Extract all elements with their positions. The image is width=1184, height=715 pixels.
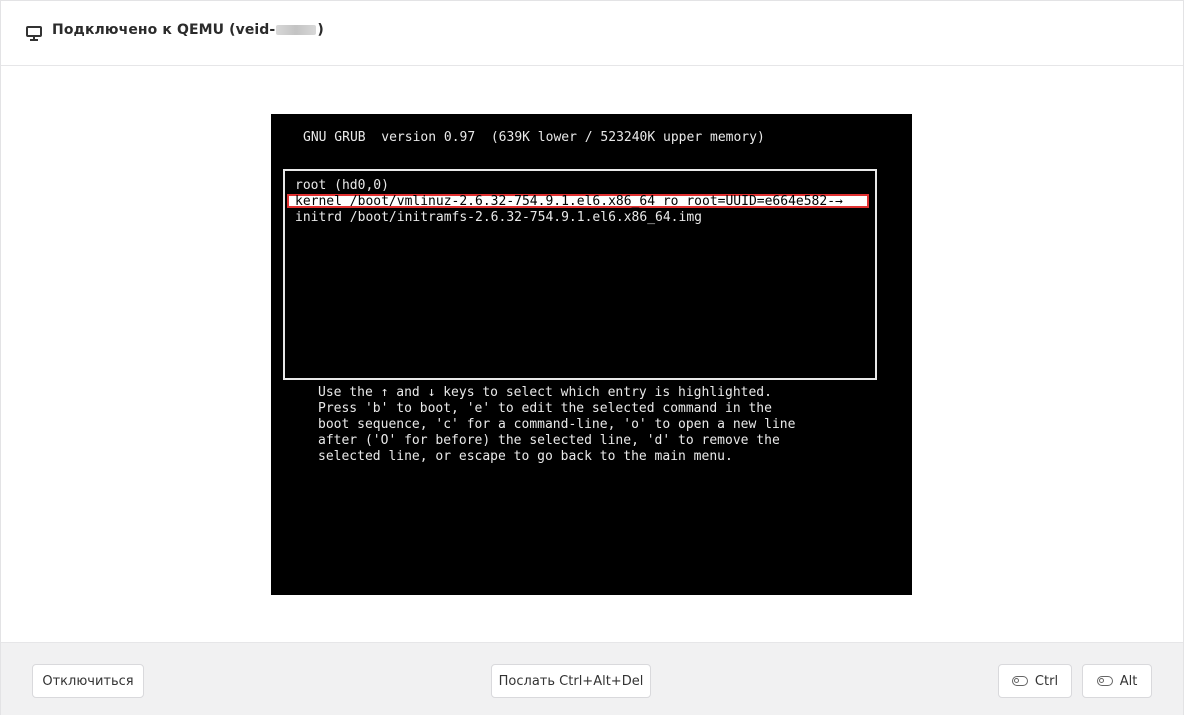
ctrl-toggle-button[interactable]: Ctrl bbox=[998, 664, 1072, 698]
title-prefix: Подключено к QEMU (veid- bbox=[52, 22, 276, 38]
send-cad-label: Послать Ctrl+Alt+Del bbox=[498, 673, 644, 689]
redacted-veid bbox=[276, 25, 317, 35]
help-line: Use the ↑ and ↓ keys to select which ent… bbox=[318, 385, 772, 400]
grub-entry-box: root (hd0,0) kernel /boot/vmlinuz-2.6.32… bbox=[283, 169, 877, 380]
vnc-console-window: Подключено к QEMU (veid-) GNU GRUB versi… bbox=[0, 0, 1184, 715]
disconnect-label: Отключиться bbox=[42, 673, 134, 689]
footer-toolbar: Отключиться Послать Ctrl+Alt+Del Ctrl Al… bbox=[1, 643, 1183, 715]
help-line: after ('O' for before) the selected line… bbox=[318, 433, 780, 448]
help-line: selected line, or escape to go back to t… bbox=[318, 449, 733, 464]
monitor-icon bbox=[26, 26, 42, 41]
grub-header: GNU GRUB version 0.97 (639K lower / 5232… bbox=[303, 130, 765, 145]
help-line: Press 'b' to boot, 'e' to edit the selec… bbox=[318, 401, 772, 416]
ctrl-label: Ctrl bbox=[1034, 673, 1059, 689]
title-suffix: ) bbox=[317, 22, 324, 38]
connection-title: Подключено к QEMU (veid-) bbox=[52, 22, 324, 38]
grub-screen[interactable]: GNU GRUB version 0.97 (639K lower / 5232… bbox=[271, 114, 912, 595]
toggle-icon bbox=[1096, 676, 1113, 686]
send-ctrl-alt-del-button[interactable]: Послать Ctrl+Alt+Del bbox=[491, 664, 651, 698]
alt-label: Alt bbox=[1119, 673, 1138, 689]
grub-entry-initrd: initrd /boot/initramfs-2.6.32-754.9.1.el… bbox=[295, 210, 702, 225]
help-line: boot sequence, 'c' for a command-line, '… bbox=[318, 417, 796, 432]
grub-help-text: Use the ↑ and ↓ keys to select which ent… bbox=[318, 385, 795, 465]
disconnect-button[interactable]: Отключиться bbox=[32, 664, 144, 698]
grub-entry-kernel: kernel /boot/vmlinuz-2.6.32-754.9.1.el6.… bbox=[295, 194, 843, 209]
alt-toggle-button[interactable]: Alt bbox=[1082, 664, 1152, 698]
grub-entry-root: root (hd0,0) bbox=[295, 178, 389, 193]
console-area: GNU GRUB version 0.97 (639K lower / 5232… bbox=[1, 66, 1183, 643]
header: Подключено к QEMU (veid-) bbox=[1, 1, 1183, 66]
toggle-icon bbox=[1011, 676, 1028, 686]
